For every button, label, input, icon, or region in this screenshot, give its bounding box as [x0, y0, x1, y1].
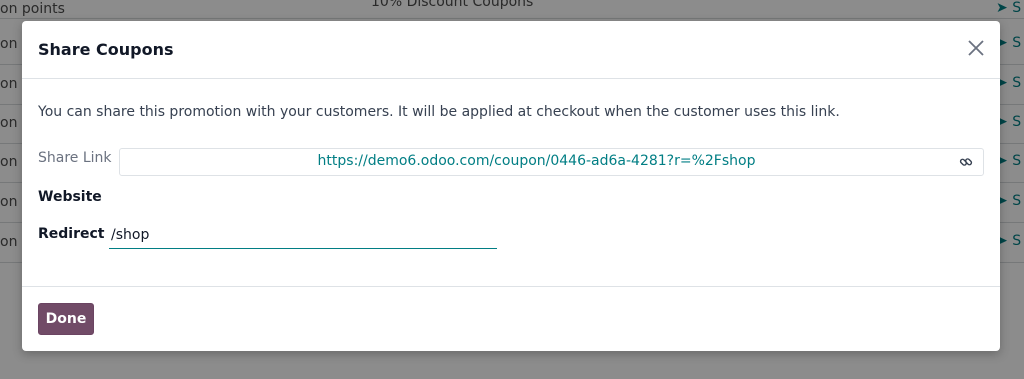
copy-link-button[interactable] — [959, 154, 973, 168]
modal-body: You can share this promotion with your c… — [22, 79, 1000, 285]
intro-text: You can share this promotion with your c… — [38, 104, 840, 120]
close-icon — [968, 40, 984, 56]
share-link-value[interactable]: https://demo6.odoo.com/coupon/0446-ad6a-… — [120, 153, 953, 169]
modal-title: Share Coupons — [38, 40, 174, 59]
link-icon — [959, 158, 973, 166]
modal-header: Share Coupons — [22, 21, 1000, 79]
redirect-label: Redirect — [38, 226, 105, 242]
done-button[interactable]: Done — [38, 303, 94, 335]
website-label: Website — [38, 189, 102, 205]
close-button[interactable] — [967, 39, 985, 57]
share-coupons-dialog: Share Coupons You can share this promoti… — [22, 21, 1000, 351]
share-link-label: Share Link — [38, 150, 112, 166]
modal-footer: Done — [22, 286, 1000, 352]
share-link-field[interactable]: https://demo6.odoo.com/coupon/0446-ad6a-… — [119, 148, 984, 176]
redirect-input[interactable] — [109, 224, 497, 249]
